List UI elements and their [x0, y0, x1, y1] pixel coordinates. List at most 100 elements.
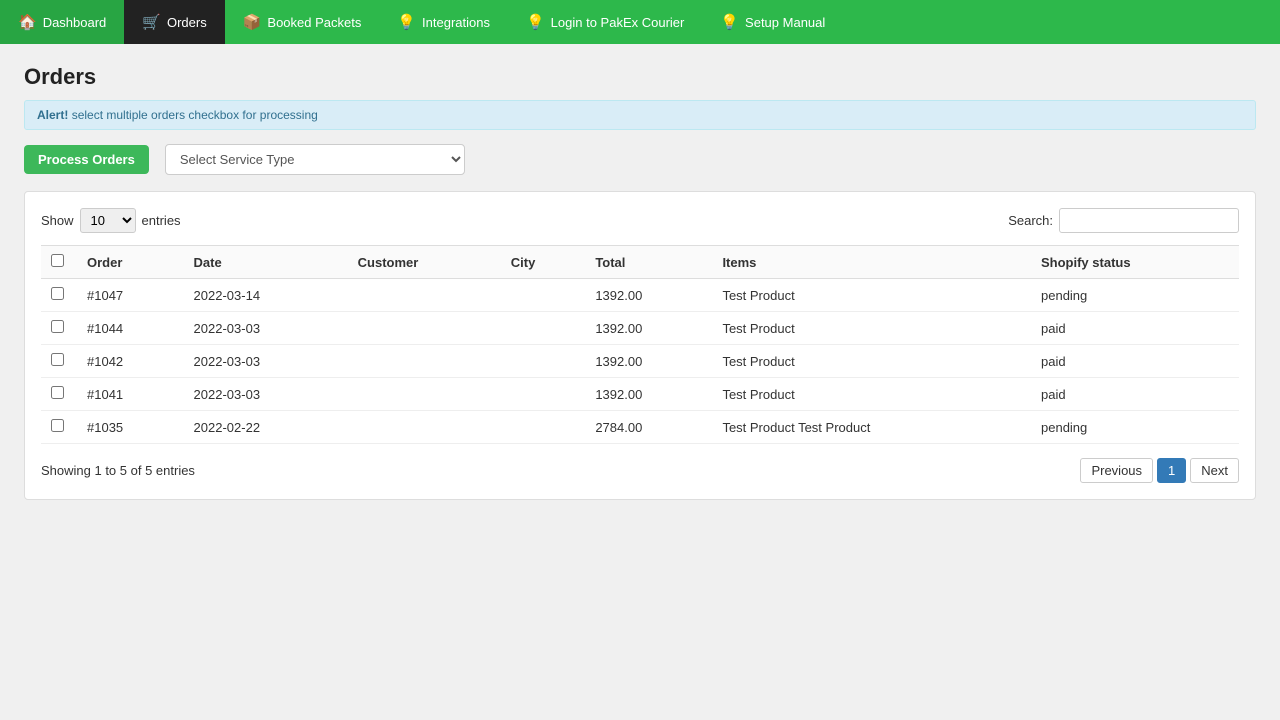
cell-order: #1035: [77, 411, 184, 444]
search-box: Search:: [1008, 208, 1239, 233]
orders-table: Order Date Customer City Total Items Sho…: [41, 245, 1239, 444]
cell-items: Test Product: [712, 312, 1031, 345]
table-head: Order Date Customer City Total Items Sho…: [41, 246, 1239, 279]
pagination-row: Showing 1 to 5 of 5 entries Previous 1 N…: [41, 458, 1239, 483]
nav-icon-setup-manual: 💡: [720, 13, 739, 31]
search-input[interactable]: [1059, 208, 1239, 233]
nav-item-orders[interactable]: 🛒 Orders: [124, 0, 224, 44]
col-header-check: [41, 246, 77, 279]
cell-order: #1044: [77, 312, 184, 345]
nav-label-orders: Orders: [167, 15, 207, 30]
nav-label-setup-manual: Setup Manual: [745, 15, 825, 30]
search-label: Search:: [1008, 213, 1053, 228]
col-header-total: Total: [585, 246, 712, 279]
cell-city: [501, 312, 586, 345]
alert-message: select multiple orders checkbox for proc…: [72, 108, 318, 122]
orders-card: Show 102550100 entries Search: Order Dat…: [24, 191, 1256, 500]
cell-order: #1047: [77, 279, 184, 312]
row-check-cell: [41, 411, 77, 444]
pagination-buttons: Previous 1 Next: [1080, 458, 1239, 483]
cell-total: 2784.00: [585, 411, 712, 444]
cell-date: 2022-03-14: [184, 279, 348, 312]
cell-city: [501, 411, 586, 444]
nav-label-booked-packets: Booked Packets: [267, 15, 361, 30]
row-check-cell: [41, 279, 77, 312]
cell-city: [501, 279, 586, 312]
show-entries: Show 102550100 entries: [41, 208, 181, 233]
nav-item-setup-manual[interactable]: 💡 Setup Manual: [702, 0, 843, 44]
nav-label-dashboard: Dashboard: [43, 15, 107, 30]
cell-date: 2022-03-03: [184, 312, 348, 345]
row-check-cell: [41, 378, 77, 411]
page-1-button[interactable]: 1: [1157, 458, 1186, 483]
cell-items: Test Product: [712, 378, 1031, 411]
cell-status: pending: [1031, 411, 1239, 444]
nav-icon-login-pakex: 💡: [526, 13, 545, 31]
cell-customer: [348, 279, 501, 312]
table-header-row: Order Date Customer City Total Items Sho…: [41, 246, 1239, 279]
page-title: Orders: [24, 64, 1256, 90]
row-check-cell: [41, 345, 77, 378]
table-controls: Show 102550100 entries Search:: [41, 208, 1239, 233]
nav-icon-integrations: 💡: [397, 13, 416, 31]
cell-customer: [348, 312, 501, 345]
col-header-status: Shopify status: [1031, 246, 1239, 279]
page-content: Orders Alert! select multiple orders che…: [0, 44, 1280, 520]
col-header-items: Items: [712, 246, 1031, 279]
cell-city: [501, 378, 586, 411]
cell-total: 1392.00: [585, 312, 712, 345]
select-all-checkbox[interactable]: [51, 254, 64, 267]
cell-order: #1042: [77, 345, 184, 378]
cell-items: Test Product: [712, 279, 1031, 312]
cell-order: #1041: [77, 378, 184, 411]
nav-label-login-pakex: Login to PakEx Courier: [551, 15, 685, 30]
table-row: #1035 2022-02-22 2784.00 Test Product Te…: [41, 411, 1239, 444]
toolbar: Process Orders Select Service Type: [24, 144, 1256, 175]
cell-total: 1392.00: [585, 345, 712, 378]
cell-status: paid: [1031, 378, 1239, 411]
table-row: #1047 2022-03-14 1392.00 Test Product pe…: [41, 279, 1239, 312]
nav-item-integrations[interactable]: 💡 Integrations: [379, 0, 508, 44]
next-page-button[interactable]: Next: [1190, 458, 1239, 483]
row-checkbox-0[interactable]: [51, 287, 64, 300]
row-checkbox-1[interactable]: [51, 320, 64, 333]
service-type-select[interactable]: Select Service Type: [165, 144, 465, 175]
cell-date: 2022-03-03: [184, 378, 348, 411]
alert-prefix: Alert!: [37, 108, 68, 122]
prev-page-button[interactable]: Previous: [1080, 458, 1153, 483]
row-checkbox-4[interactable]: [51, 419, 64, 432]
entries-select[interactable]: 102550100: [80, 208, 136, 233]
cell-total: 1392.00: [585, 279, 712, 312]
col-header-customer: Customer: [348, 246, 501, 279]
cell-status: pending: [1031, 279, 1239, 312]
cell-customer: [348, 411, 501, 444]
show-label: Show: [41, 213, 74, 228]
process-orders-button[interactable]: Process Orders: [24, 145, 149, 174]
cell-customer: [348, 345, 501, 378]
alert-bar: Alert! select multiple orders checkbox f…: [24, 100, 1256, 130]
col-header-city: City: [501, 246, 586, 279]
table-row: #1042 2022-03-03 1392.00 Test Product pa…: [41, 345, 1239, 378]
cell-items: Test Product: [712, 345, 1031, 378]
nav-icon-booked-packets: 📦: [243, 13, 262, 31]
table-row: #1041 2022-03-03 1392.00 Test Product pa…: [41, 378, 1239, 411]
row-checkbox-2[interactable]: [51, 353, 64, 366]
row-check-cell: [41, 312, 77, 345]
main-nav: 🏠Dashboard 🛒 Orders 📦 Booked Packets 💡 Integra…: [0, 0, 1280, 44]
pagination-summary: Showing 1 to 5 of 5 entries: [41, 463, 195, 478]
cell-customer: [348, 378, 501, 411]
entries-label: entries: [142, 213, 181, 228]
cell-total: 1392.00: [585, 378, 712, 411]
row-checkbox-3[interactable]: [51, 386, 64, 399]
nav-icon-orders: 🛒: [142, 13, 161, 31]
col-header-order: Order: [77, 246, 184, 279]
table-row: #1044 2022-03-03 1392.00 Test Product pa…: [41, 312, 1239, 345]
nav-label-integrations: Integrations: [422, 15, 490, 30]
cell-status: paid: [1031, 312, 1239, 345]
table-body: #1047 2022-03-14 1392.00 Test Product pe…: [41, 279, 1239, 444]
nav-item-dashboard[interactable]: 🏠Dashboard: [0, 0, 124, 44]
nav-item-login-pakex[interactable]: 💡 Login to PakEx Courier: [508, 0, 702, 44]
cell-status: paid: [1031, 345, 1239, 378]
nav-item-booked-packets[interactable]: 📦 Booked Packets: [225, 0, 380, 44]
col-header-date: Date: [184, 246, 348, 279]
